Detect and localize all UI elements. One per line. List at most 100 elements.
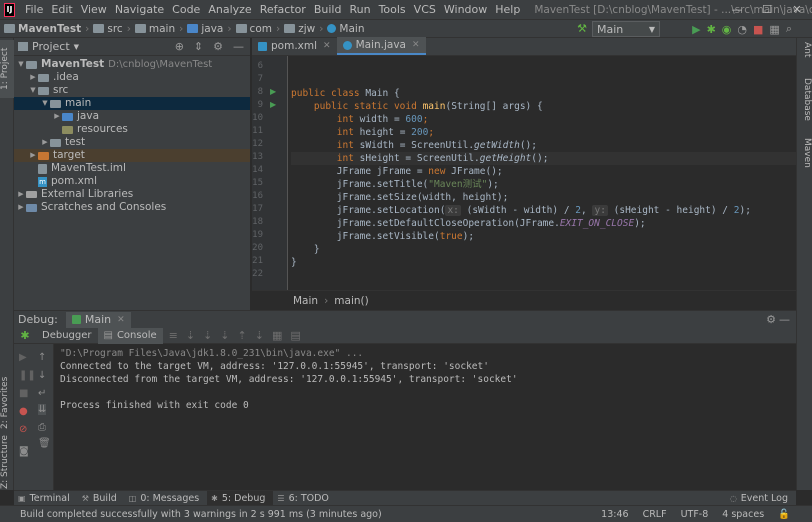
tab-main-java[interactable]: Main.java ✕ bbox=[336, 37, 426, 55]
tab-debugger[interactable]: Debugger bbox=[36, 330, 98, 341]
menu-help[interactable]: Help bbox=[491, 3, 524, 16]
tree-item-maventest[interactable]: ▼ MavenTest D:\cnblog\MavenTest bbox=[14, 58, 250, 71]
menu-analyze[interactable]: Analyze bbox=[204, 3, 255, 16]
close-icon[interactable]: ✕ bbox=[412, 40, 420, 50]
tab-console[interactable]: ▤ Console bbox=[97, 327, 163, 344]
lock-icon[interactable]: 🔓 bbox=[778, 509, 790, 520]
indent-setting[interactable]: 4 spaces bbox=[722, 509, 764, 520]
crumb-main[interactable]: main › bbox=[131, 23, 183, 35]
build-tab[interactable]: ⚒ Build bbox=[78, 491, 125, 506]
rerun-icon[interactable]: ✱ bbox=[14, 329, 36, 342]
collapsed-arrow-icon[interactable]: ▶ bbox=[40, 136, 50, 149]
menu-view[interactable]: View bbox=[77, 3, 111, 16]
project-tool-tab[interactable]: 1: Project bbox=[0, 40, 14, 98]
close-button[interactable]: ✕ bbox=[782, 0, 812, 20]
locate-icon[interactable]: ⊕ bbox=[175, 40, 184, 53]
camera-icon[interactable]: ◙ bbox=[19, 446, 29, 457]
menu-window[interactable]: Window bbox=[440, 3, 491, 16]
up-icon[interactable]: ↑ bbox=[38, 352, 46, 363]
tree-item-scratches[interactable]: ▶ Scratches and Consoles bbox=[14, 201, 250, 214]
messages-tab[interactable]: ◫ 0: Messages bbox=[125, 491, 207, 506]
project-structure-icon[interactable]: ▦ bbox=[769, 23, 779, 36]
database-tool-tab[interactable]: Database bbox=[798, 78, 812, 130]
debug-tab[interactable]: ✱ 5: Debug bbox=[207, 490, 274, 506]
file-encoding[interactable]: UTF-8 bbox=[681, 509, 709, 520]
menu-tools[interactable]: Tools bbox=[375, 3, 410, 16]
resume-icon[interactable]: ▶ bbox=[19, 352, 27, 363]
caret-position[interactable]: 13:46 bbox=[601, 509, 628, 520]
maven-tool-tab[interactable]: Maven bbox=[798, 138, 812, 174]
line-separator[interactable]: CRLF bbox=[643, 509, 667, 520]
breadcrumb-method[interactable]: main() bbox=[334, 295, 368, 307]
status-message[interactable]: Build completed successfully with 3 warn… bbox=[0, 509, 382, 520]
trash-icon[interactable]: 🗑 bbox=[38, 438, 51, 449]
crumb-zjw[interactable]: zjw › bbox=[280, 23, 323, 35]
collapsed-arrow-icon[interactable]: ▶ bbox=[28, 71, 38, 84]
debug-step-icons[interactable]: ≡⇣⇣⇣⇡⇣▦▤ bbox=[169, 329, 309, 342]
minimize-button[interactable]: — bbox=[722, 0, 752, 20]
tree-item-idea[interactable]: ▶ .idea bbox=[14, 71, 250, 84]
menu-refactor[interactable]: Refactor bbox=[256, 3, 310, 16]
event-log-tab[interactable]: ◌ Event Log bbox=[726, 491, 796, 506]
run-icon[interactable]: ▶ bbox=[692, 23, 700, 36]
wrap-icon[interactable]: ↵ bbox=[38, 388, 46, 399]
menu-edit[interactable]: Edit bbox=[47, 3, 76, 16]
expand-arrow-icon[interactable]: ▼ bbox=[28, 84, 38, 97]
scroll-end-icon[interactable]: ⇊ bbox=[38, 404, 47, 415]
run-config-select[interactable]: Main ▼ bbox=[592, 21, 660, 37]
terminal-tab[interactable]: ▣ Terminal bbox=[14, 491, 78, 506]
stop-icon[interactable]: ■ bbox=[753, 23, 763, 36]
menu-build[interactable]: Build bbox=[310, 3, 346, 16]
collapse-icon[interactable]: ⇕ bbox=[194, 40, 203, 53]
run-gutter-icon[interactable]: ▶ bbox=[270, 100, 276, 109]
menu-navigate[interactable]: Navigate bbox=[111, 3, 168, 16]
todo-tab[interactable]: ☰ 6: TODO bbox=[273, 491, 337, 506]
mute-breakpoints-icon[interactable]: ⊘ bbox=[19, 424, 27, 435]
collapsed-arrow-icon[interactable]: ▶ bbox=[28, 149, 38, 162]
stop-icon[interactable]: ■ bbox=[19, 388, 28, 399]
collapsed-arrow-icon[interactable]: ▶ bbox=[52, 110, 62, 123]
tree-item-target[interactable]: ▶ target bbox=[14, 149, 250, 162]
down-icon[interactable]: ↓ bbox=[38, 370, 46, 381]
debug-session-tab[interactable]: Main ✕ bbox=[65, 311, 131, 328]
hammer-build-icon[interactable]: ⚒ bbox=[577, 22, 587, 35]
search-everywhere-icon[interactable]: ⌕ bbox=[786, 22, 792, 36]
coverage-icon[interactable]: ◉ bbox=[722, 23, 732, 36]
tree-item-src[interactable]: ▼ src bbox=[14, 84, 250, 97]
tree-item-java[interactable]: ▶ java bbox=[14, 110, 250, 123]
expand-arrow-icon[interactable]: ▼ bbox=[16, 58, 26, 71]
tree-item-test[interactable]: ▶ test bbox=[14, 136, 250, 149]
print-icon[interactable]: ⎙ bbox=[38, 422, 46, 433]
close-icon[interactable]: ✕ bbox=[117, 315, 125, 325]
tree-item-pom-xml[interactable]: m pom.xml bbox=[14, 175, 250, 188]
run-gutter-icon[interactable]: ▶ bbox=[270, 87, 276, 96]
ant-tool-tab[interactable]: Ant bbox=[798, 42, 812, 66]
crumb-java[interactable]: java › bbox=[183, 23, 232, 35]
maximize-button[interactable]: ☐ bbox=[752, 0, 782, 20]
gear-icon[interactable]: ⚙ bbox=[766, 313, 776, 326]
editor-gutter[interactable]: 6 7 8 9 10 11 12 13 14 15 16 17 18 19 20… bbox=[252, 56, 288, 290]
menu-code[interactable]: Code bbox=[168, 3, 204, 16]
hide-icon[interactable]: — bbox=[233, 40, 244, 53]
expand-arrow-icon[interactable]: ▼ bbox=[40, 97, 50, 110]
console-output[interactable]: "D:\Program Files\Java\jdk1.8.0_231\bin\… bbox=[54, 344, 796, 490]
structure-tool-tab[interactable]: Z: Structure bbox=[0, 432, 14, 492]
collapsed-arrow-icon[interactable]: ▶ bbox=[16, 188, 26, 201]
gear-icon[interactable]: ⚙ bbox=[213, 40, 223, 53]
tree-item-main[interactable]: ▼ main bbox=[14, 97, 250, 110]
tree-item-resources[interactable]: resources bbox=[14, 123, 250, 136]
tree-item-maventest-iml[interactable]: MavenTest.iml bbox=[14, 162, 250, 175]
menu-vcs[interactable]: VCS bbox=[410, 3, 440, 16]
profile-icon[interactable]: ◔ bbox=[737, 23, 747, 36]
breadcrumb-class[interactable]: Main bbox=[293, 295, 318, 307]
code-editor[interactable]: public class Main { public static void m… bbox=[289, 56, 796, 290]
close-icon[interactable]: ✕ bbox=[323, 41, 331, 51]
debug-icon[interactable]: ✱ bbox=[707, 23, 716, 36]
menu-run[interactable]: Run bbox=[345, 3, 374, 16]
crumb-src[interactable]: src › bbox=[89, 23, 131, 35]
tree-item-external-libraries[interactable]: ▶ External Libraries bbox=[14, 188, 250, 201]
favorites-tool-tab[interactable]: 2: Favorites bbox=[0, 368, 14, 438]
project-view-select[interactable]: Project bbox=[32, 40, 70, 53]
menu-file[interactable]: File bbox=[21, 3, 47, 16]
crumb-project[interactable]: MavenTest › bbox=[0, 23, 89, 35]
